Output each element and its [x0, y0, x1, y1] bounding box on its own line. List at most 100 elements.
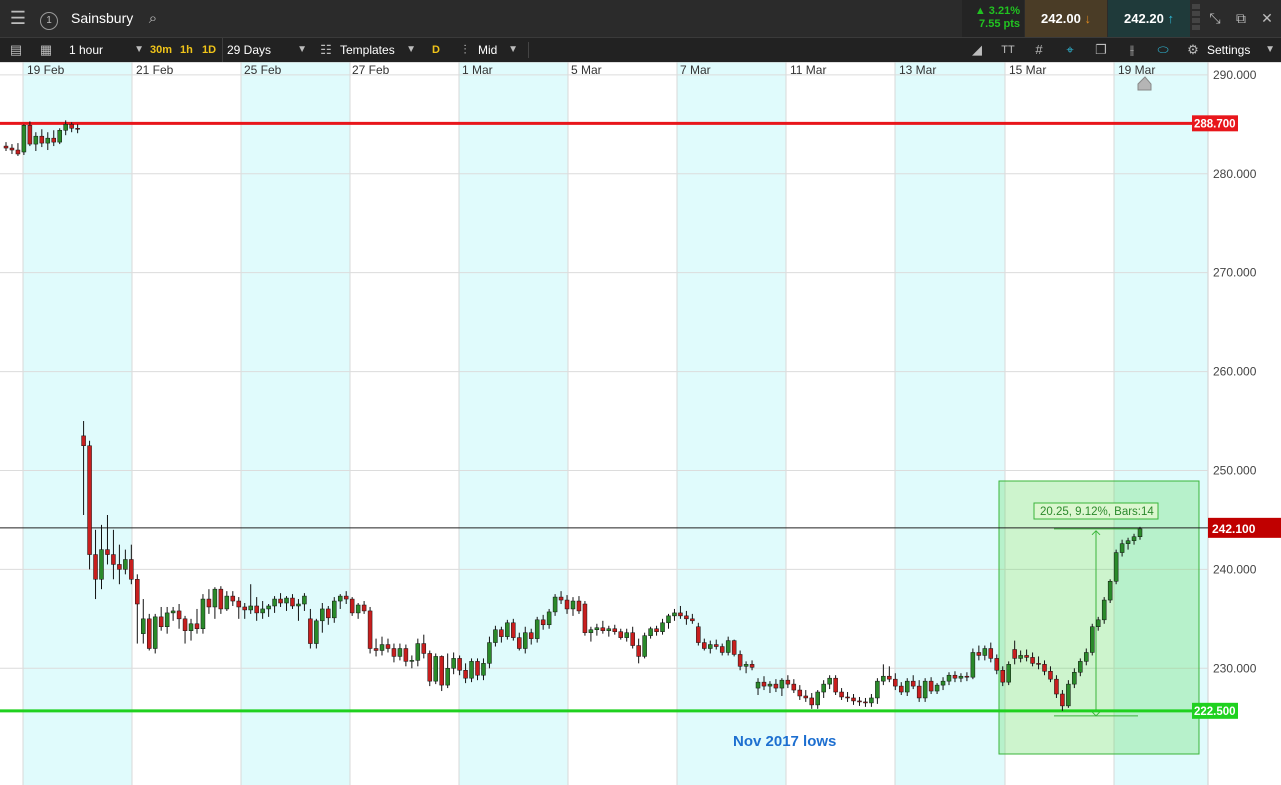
quick-1h-button[interactable]: 1h — [180, 38, 193, 62]
buy-button[interactable]: 242.20 ↑ — [1108, 0, 1190, 37]
depth-bars-icon — [1192, 4, 1200, 33]
layout-icon[interactable]: ▦ — [36, 38, 56, 62]
candle-body — [630, 632, 635, 646]
hamburger-menu-icon[interactable]: ☰ — [4, 0, 32, 37]
candle-body — [606, 628, 612, 631]
candle-body — [552, 596, 558, 613]
text-icon[interactable]: TT — [997, 38, 1019, 62]
sell-button[interactable]: 242.00 ↓ — [1025, 0, 1107, 37]
candle-body — [636, 645, 641, 657]
candle-body — [570, 600, 576, 610]
interval-select[interactable]: 1 hour ▼ — [62, 38, 146, 62]
range-select[interactable]: 29 Days ▼ — [222, 38, 309, 62]
candle-body — [206, 598, 212, 608]
candle-body — [218, 588, 224, 610]
popout-icon[interactable]: ⧉ — [1229, 0, 1253, 37]
candle-body — [809, 697, 814, 706]
candle-body — [797, 689, 803, 697]
candle-body — [946, 674, 952, 682]
templates-select[interactable]: Templates ▼ — [340, 38, 418, 62]
candle-body — [188, 623, 194, 631]
candle-type-icon[interactable]: ⫲ — [1121, 38, 1143, 62]
chart-toolbar: ▤ ▦ 1 hour ▼ 30m 1h 1D 29 Days ▼ ☷ Templ… — [0, 37, 1281, 62]
candle-body — [1095, 619, 1101, 628]
candle-body — [391, 648, 397, 657]
d-button[interactable]: D — [432, 38, 440, 62]
candle-body — [1018, 655, 1023, 659]
toolbar-divider — [528, 42, 529, 58]
draw-line-icon[interactable]: ◢ — [966, 38, 988, 62]
candle-body — [666, 615, 671, 624]
quick-1d-button[interactable]: 1D — [202, 38, 216, 62]
sell-price: 242.00 — [1041, 11, 1081, 26]
candle-body — [1078, 661, 1083, 673]
candle-body — [51, 137, 56, 143]
candle-body — [1030, 657, 1035, 664]
candle-body — [839, 691, 844, 698]
candle-body — [588, 629, 594, 633]
candle-body — [511, 622, 516, 638]
candle-body — [308, 618, 313, 644]
candle-body — [15, 149, 21, 155]
candle-body — [642, 635, 647, 657]
candle-body — [713, 644, 719, 647]
list-icon[interactable]: ▤ — [6, 38, 26, 62]
x-tick-label: 21 Feb — [136, 63, 174, 77]
candle-body — [27, 125, 33, 145]
candle-body — [117, 564, 122, 570]
clone-icon[interactable]: ❐ — [1090, 38, 1112, 62]
candle-body — [409, 660, 415, 662]
candle-body — [129, 559, 134, 580]
candle-body — [427, 653, 433, 682]
candle-body — [934, 684, 940, 692]
candle-body — [1072, 671, 1077, 685]
candle-body — [690, 618, 695, 622]
settings-select[interactable]: Settings ▼ — [1207, 38, 1277, 62]
annotation-nov-2017-lows[interactable]: Nov 2017 lows — [733, 733, 836, 750]
price-chart[interactable]: 19 Feb 21 Feb 25 Feb 27 Feb 1 Mar 5 Mar 7 Mar 1… — [0, 62, 1281, 785]
templates-icon: ☷ — [320, 42, 332, 57]
search-icon[interactable]: ⌕ — [144, 0, 162, 37]
up-arrow-icon: ↑ — [1167, 11, 1174, 26]
y-tick-label: 260.000 — [1213, 365, 1257, 379]
instrument-name[interactable]: Sainsbury — [71, 0, 133, 37]
gear-icon[interactable]: ⚙ — [1183, 38, 1203, 62]
x-tick-label: 19 Mar — [1118, 63, 1155, 77]
instrument-number-badge[interactable]: 1 — [38, 0, 60, 37]
candle-body — [39, 135, 45, 144]
candle-body — [988, 648, 994, 659]
candle-body — [63, 124, 68, 131]
candle-body — [940, 680, 946, 686]
candle-body — [361, 604, 367, 612]
candle-body — [672, 612, 677, 617]
candle-body — [415, 643, 421, 661]
candle-body — [266, 605, 271, 610]
collapse-icon[interactable]: ⤡ — [1203, 0, 1227, 37]
candle-body — [1113, 552, 1119, 582]
settings-label: Settings — [1207, 43, 1251, 57]
candle-body — [785, 679, 791, 685]
crosshair-icon[interactable]: ⌖ — [1059, 38, 1081, 62]
candle-body — [3, 145, 9, 149]
candle-body — [355, 604, 361, 614]
level-label-support: 222.500 — [1194, 706, 1236, 718]
candle-body — [475, 661, 480, 676]
tag-icon[interactable]: ⬭ — [1152, 38, 1174, 62]
candle-body — [337, 595, 343, 602]
candle-body — [272, 598, 277, 607]
candle-body — [278, 598, 283, 604]
quick-30m-button[interactable]: 30m — [150, 38, 172, 62]
candle-body — [755, 681, 761, 689]
x-tick-label: 19 Feb — [27, 63, 65, 77]
price-type-select[interactable]: Mid ▼ — [478, 38, 520, 62]
candle-body — [881, 675, 886, 682]
measure-tool[interactable]: 20.25, 9.12%, Bars:14 — [998, 480, 1200, 755]
candle-body — [99, 549, 104, 580]
grid-icon[interactable]: # — [1028, 38, 1050, 62]
close-icon[interactable]: ✕ — [1256, 0, 1278, 37]
candle-body — [75, 128, 80, 130]
candle-body — [1107, 581, 1113, 601]
candle-body — [660, 622, 665, 632]
candle-body — [702, 642, 707, 649]
candle-body — [302, 595, 307, 605]
